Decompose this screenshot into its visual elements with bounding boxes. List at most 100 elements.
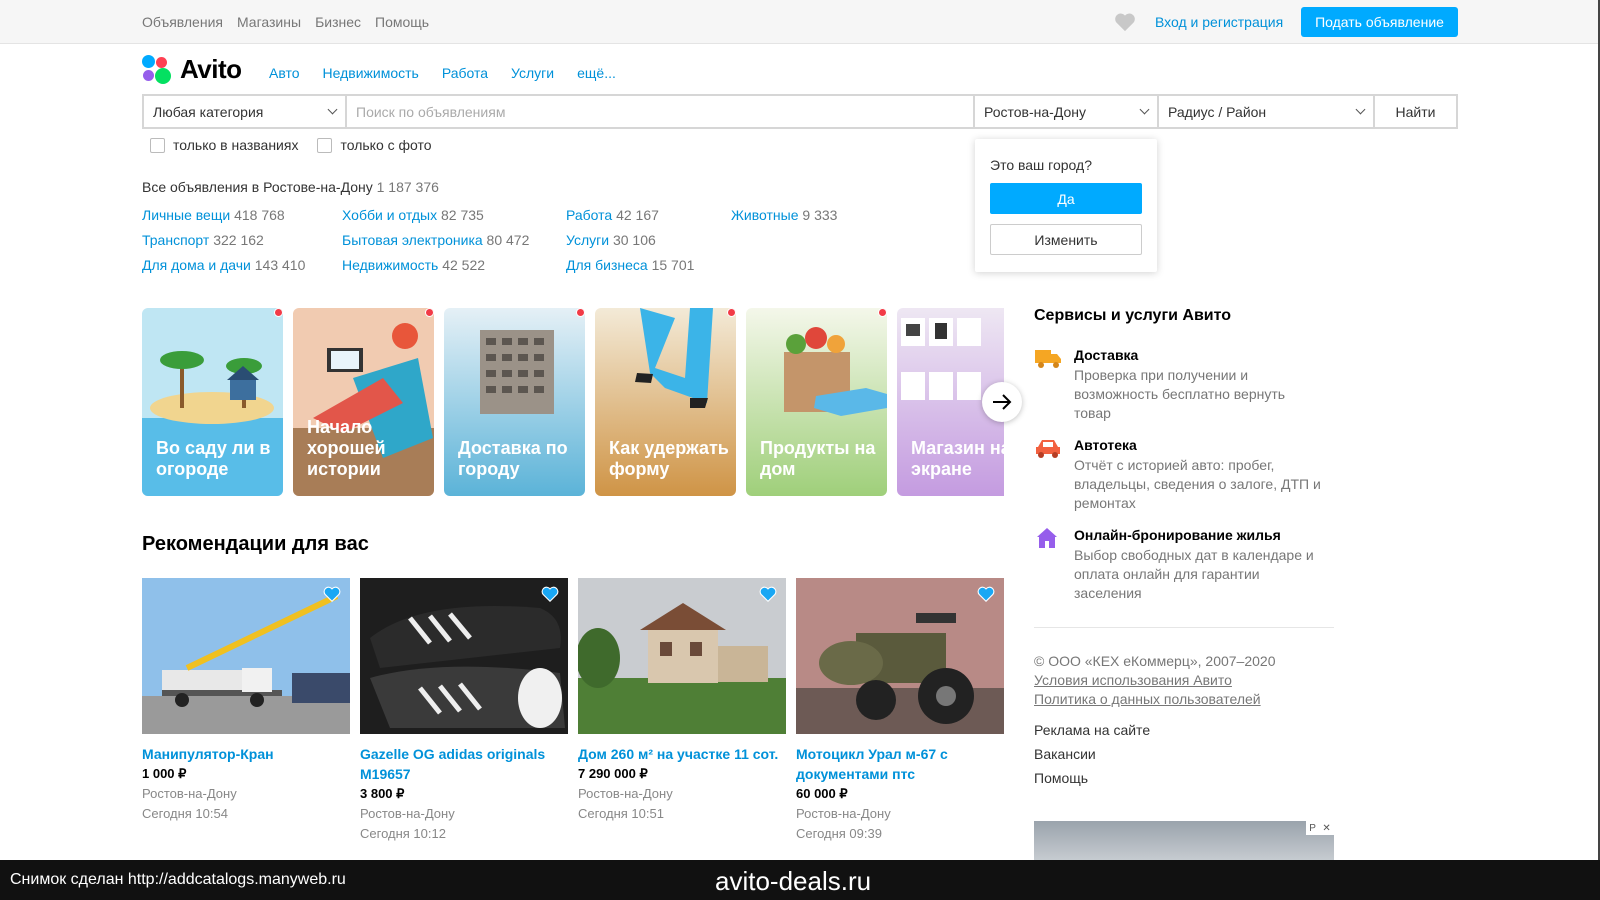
category-link[interactable]: Транспорт <box>142 232 209 248</box>
services-title: Сервисы и услуги Авито <box>1034 307 1232 324</box>
category-count: 42 167 <box>616 207 659 223</box>
main-nav-services[interactable]: Услуги <box>511 65 554 81</box>
post-ad-button[interactable]: Подать объявление <box>1301 7 1458 37</box>
category-link[interactable]: Для бизнеса <box>566 257 648 273</box>
category-count: 42 522 <box>442 257 486 273</box>
category-link[interactable]: Личные вещи <box>142 207 230 223</box>
listing-price: 3 800 ₽ <box>360 786 405 801</box>
story-card-history[interactable]: Начало хорошей истории <box>293 308 434 496</box>
privacy-link[interactable]: Политика о данных пользователей <box>1034 691 1261 707</box>
listing-card: Дом 260 м² на участке 11 сот. 7 290 000 … <box>578 578 786 824</box>
login-link[interactable]: Вход и регистрация <box>1155 14 1283 30</box>
search-bar: Любая категория Поиск по объявлениям Рос… <box>142 94 1458 129</box>
story-card-delivery[interactable]: Доставка по городу <box>444 308 585 496</box>
help-link[interactable]: Помощь <box>1034 770 1088 786</box>
story-card-fitness[interactable]: Как удержать форму <box>595 308 736 496</box>
service-description: Отчёт с историей авто: пробег, владельцы… <box>1074 457 1321 511</box>
top-nav-business[interactable]: Бизнес <box>315 14 361 30</box>
favorite-heart-icon[interactable] <box>541 586 559 602</box>
listing-photo[interactable] <box>796 578 1004 734</box>
all-ads-count: 1 187 376 <box>376 179 439 195</box>
listing-title[interactable]: Мотоцикл Урал м-67 с документами птс <box>796 744 1004 784</box>
chevron-down-icon <box>1355 104 1366 115</box>
service-name: Онлайн-бронирование жилья <box>1074 527 1281 543</box>
listing-time: Сегодня 10:54 <box>142 806 228 821</box>
checkbox-box[interactable] <box>150 137 165 153</box>
crane-truck-photo <box>142 578 350 734</box>
ad-close-icon[interactable]: P ✕ <box>1306 821 1334 835</box>
advertising-link[interactable]: Реклама на сайте <box>1034 722 1150 738</box>
listing-title[interactable]: Манипулятор-Кран <box>142 744 350 764</box>
stories-next-button[interactable] <box>982 382 1022 422</box>
listing-photo[interactable] <box>578 578 786 734</box>
house-photo <box>578 578 786 734</box>
favorite-heart-icon[interactable] <box>977 586 995 602</box>
category-item: Животные 9 333 <box>731 207 837 232</box>
radius-select[interactable]: Радиус / Район <box>1159 96 1375 127</box>
category-item: Хобби и отдых 82 735 <box>342 207 529 232</box>
category-select-value: Любая категория <box>153 103 264 120</box>
listing-city: Ростов-на-Дону <box>796 806 891 821</box>
story-card-garden[interactable]: Во саду ли в огороде <box>142 308 283 496</box>
main-nav-jobs[interactable]: Работа <box>442 65 488 81</box>
category-count: 80 472 <box>486 232 530 248</box>
category-link[interactable]: Хобби и отдых <box>342 207 437 223</box>
top-nav-ads[interactable]: Объявления <box>142 14 223 30</box>
unread-dot <box>274 308 283 317</box>
city-change-button[interactable]: Изменить <box>990 224 1142 255</box>
favorite-heart-icon[interactable] <box>323 586 341 602</box>
category-link[interactable]: Работа <box>566 207 612 223</box>
unread-dot <box>425 308 434 317</box>
story-title: Продукты на дом <box>760 438 876 479</box>
category-count: 30 106 <box>612 232 656 248</box>
caption-site: avito-deals.ru <box>715 866 872 896</box>
category-item: Личные вещи 418 768 <box>142 207 305 232</box>
category-link[interactable]: Для дома и дачи <box>142 257 251 273</box>
main-nav: Авто Недвижимость Работа Услуги ещё... <box>269 65 616 81</box>
jobs-link[interactable]: Вакансии <box>1034 746 1096 762</box>
search-input[interactable]: Поиск по объявлениям <box>347 96 975 127</box>
story-title: Как удержать форму <box>609 438 729 479</box>
listing-price: 1 000 ₽ <box>142 766 187 781</box>
listing-price: 60 000 ₽ <box>796 786 848 801</box>
category-link[interactable]: Бытовая электроника <box>342 232 483 248</box>
favorite-heart-icon[interactable] <box>759 586 777 602</box>
main-nav-realty[interactable]: Недвижимость <box>323 65 419 81</box>
radius-select-value: Радиус / Район <box>1168 103 1267 120</box>
category-link[interactable]: Услуги <box>566 232 609 248</box>
city-confirm-yes-button[interactable]: Да <box>990 183 1142 214</box>
ad-banner[interactable]: P ✕ <box>1034 821 1334 861</box>
terms-link[interactable]: Условия использования Авито <box>1034 672 1232 688</box>
top-bar: Объявления Магазины Бизнес Помощь Вход и… <box>0 0 1600 44</box>
recommendations-title: Рекомендации для вас <box>142 533 369 555</box>
logo-dots-icon <box>142 54 172 85</box>
category-link[interactable]: Животные <box>731 207 799 223</box>
city-select[interactable]: Ростов-на-Дону <box>975 96 1159 127</box>
category-link[interactable]: Недвижимость <box>342 257 438 273</box>
service-description: Выбор свободных дат в календаре и оплата… <box>1074 547 1314 601</box>
listing-title[interactable]: Дом 260 м² на участке 11 сот. <box>578 744 786 764</box>
listing-title[interactable]: Gazelle OG adidas originals M19657 <box>360 744 568 784</box>
checkbox-box[interactable] <box>317 137 333 153</box>
category-select[interactable]: Любая категория <box>144 96 347 127</box>
chevron-down-icon <box>327 104 338 115</box>
top-nav-shops[interactable]: Магазины <box>237 14 301 30</box>
top-nav-help[interactable]: Помощь <box>375 14 429 30</box>
only-photo-checkbox[interactable]: только с фото <box>317 137 432 153</box>
avito-logo[interactable]: Avito <box>142 54 242 85</box>
listing-photo[interactable] <box>360 578 568 734</box>
story-card-groceries[interactable]: Продукты на дом <box>746 308 887 496</box>
category-count: 143 410 <box>254 257 306 273</box>
favorites-heart-icon[interactable] <box>1114 12 1136 32</box>
find-button[interactable]: Найти <box>1375 96 1456 127</box>
search-filters: только в названиях только с фото <box>150 137 432 153</box>
listing-price: 7 290 000 ₽ <box>578 766 648 781</box>
main-nav-more[interactable]: ещё... <box>577 65 616 81</box>
listing-photo[interactable] <box>142 578 350 734</box>
only-titles-checkbox[interactable]: только в названиях <box>150 137 298 153</box>
all-ads-heading: Все объявления в Ростове-на-Дону 1 187 3… <box>142 179 439 195</box>
category-item: Работа 42 167 <box>566 207 694 232</box>
city-confirm-question: Это ваш город? <box>990 157 1092 173</box>
main-nav-auto[interactable]: Авто <box>269 65 300 81</box>
top-nav: Объявления Магазины Бизнес Помощь <box>142 14 429 30</box>
